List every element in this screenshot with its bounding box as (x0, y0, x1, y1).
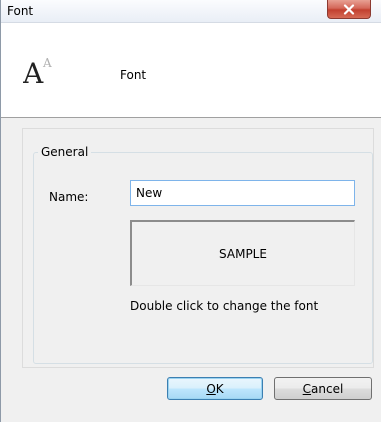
ok-label-rest: K (215, 381, 224, 396)
dialog-header: A A Font (0, 23, 381, 118)
cancel-button[interactable]: Cancel (274, 377, 372, 400)
svg-text:A: A (42, 56, 52, 70)
svg-text:A: A (23, 57, 44, 90)
window-title: Font (7, 4, 34, 18)
ok-accelerator: O (206, 381, 216, 396)
cancel-label-rest: ancel (311, 381, 344, 396)
ok-button[interactable]: OK (167, 377, 263, 400)
dialog-body: General Name: SAMPLE Double click to cha… (0, 118, 381, 422)
font-dialog: Font A A Font General Name: SAMPLE Doubl… (0, 0, 381, 422)
font-size-icon: A A (22, 53, 63, 93)
sample-text: SAMPLE (219, 246, 267, 261)
close-button[interactable] (327, 0, 371, 19)
title-bar[interactable]: Font (0, 0, 381, 23)
name-label: Name: (49, 190, 89, 204)
general-group-label: General (38, 145, 92, 159)
change-font-hint: Double click to change the font (130, 299, 319, 313)
name-input[interactable] (130, 180, 355, 206)
window-border (0, 0, 1, 422)
font-sample-preview[interactable]: SAMPLE (130, 220, 355, 286)
cancel-accelerator: C (302, 381, 312, 396)
header-title: Font (120, 68, 147, 82)
close-icon (343, 3, 355, 15)
